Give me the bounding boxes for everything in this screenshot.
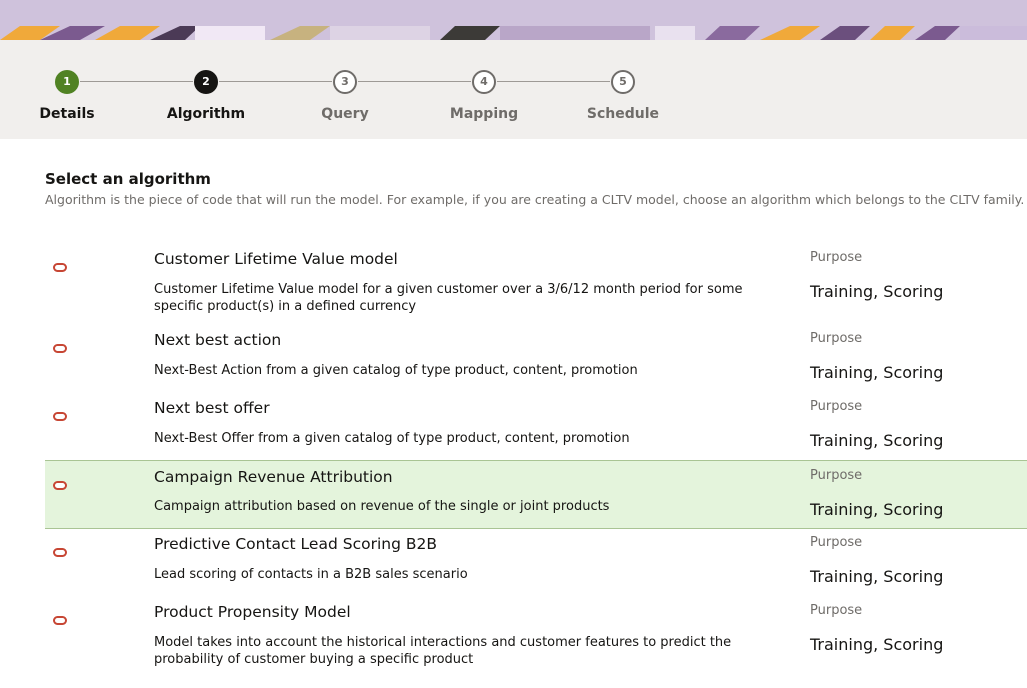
step-number: 4 — [472, 70, 496, 94]
algorithm-description: Model takes into account the historical … — [154, 635, 732, 667]
radio-button-icon[interactable] — [53, 616, 67, 625]
decorative-banner — [0, 0, 1027, 40]
section-title: Select an algorithm — [45, 170, 211, 188]
step-number: 1 — [55, 70, 79, 94]
algorithm-name: Next best action — [154, 331, 282, 349]
radio-button-icon[interactable] — [53, 481, 67, 490]
algorithm-row[interactable]: Predictive Contact Lead Scoring B2B Lead… — [45, 531, 1027, 593]
radio-button-icon[interactable] — [53, 412, 67, 421]
algorithm-row[interactable]: Next best offer Next-Best Offer from a g… — [45, 395, 1027, 457]
purpose-label: Purpose — [810, 535, 863, 550]
algorithm-name: Predictive Contact Lead Scoring B2B — [154, 535, 437, 553]
step-number: 3 — [333, 70, 357, 94]
algorithm-name: Next best offer — [154, 399, 270, 417]
purpose-value: Training, Scoring — [810, 363, 944, 382]
step-connector — [80, 81, 193, 82]
radio-button-icon[interactable] — [53, 263, 67, 272]
algorithm-row[interactable]: Customer Lifetime Value model Customer L… — [45, 246, 1027, 316]
algorithm-description: Campaign attribution based on revenue of… — [154, 499, 610, 514]
algorithm-description: Next-Best Action from a given catalog of… — [154, 363, 638, 378]
step-connector — [219, 81, 332, 82]
purpose-value: Training, Scoring — [810, 635, 944, 654]
purpose-label: Purpose — [810, 603, 863, 618]
algorithm-row[interactable]: Next best action Next-Best Action from a… — [45, 327, 1027, 389]
purpose-value: Training, Scoring — [810, 282, 944, 301]
radio-button-icon[interactable] — [53, 344, 67, 353]
algorithm-row-selected[interactable]: Campaign Revenue Attribution Campaign at… — [45, 460, 1027, 529]
algorithm-description: Next-Best Offer from a given catalog of … — [154, 431, 630, 446]
radio-button-icon[interactable] — [53, 548, 67, 557]
purpose-value: Training, Scoring — [810, 500, 944, 519]
algorithm-row[interactable]: Product Propensity Model Model takes int… — [45, 599, 1027, 671]
algorithm-name: Customer Lifetime Value model — [154, 250, 398, 268]
section-description: Algorithm is the piece of code that will… — [45, 192, 1025, 207]
step-number: 5 — [611, 70, 635, 94]
purpose-label: Purpose — [810, 250, 863, 265]
step-label: Query — [321, 106, 369, 122]
step-number: 2 — [194, 70, 218, 94]
step-label: Mapping — [449, 106, 519, 122]
algorithm-description: Lead scoring of contacts in a B2B sales … — [154, 567, 468, 582]
purpose-value: Training, Scoring — [810, 431, 944, 450]
purpose-value: Training, Scoring — [810, 567, 944, 586]
algorithm-description: Customer Lifetime Value model for a give… — [154, 282, 743, 314]
wizard-stepper: 1 Details 2 Algorithm 3 Query 4 Mapping … — [0, 40, 1027, 139]
purpose-label: Purpose — [810, 331, 863, 346]
purpose-label: Purpose — [810, 399, 863, 414]
step-label: Algorithm — [166, 106, 246, 122]
step-connector — [358, 81, 471, 82]
step-label: Details — [39, 106, 95, 122]
purpose-label: Purpose — [810, 468, 863, 483]
algorithm-name: Campaign Revenue Attribution — [154, 468, 393, 486]
step-label: Schedule — [586, 106, 660, 122]
algorithm-name: Product Propensity Model — [154, 603, 351, 621]
step-connector — [497, 81, 610, 82]
